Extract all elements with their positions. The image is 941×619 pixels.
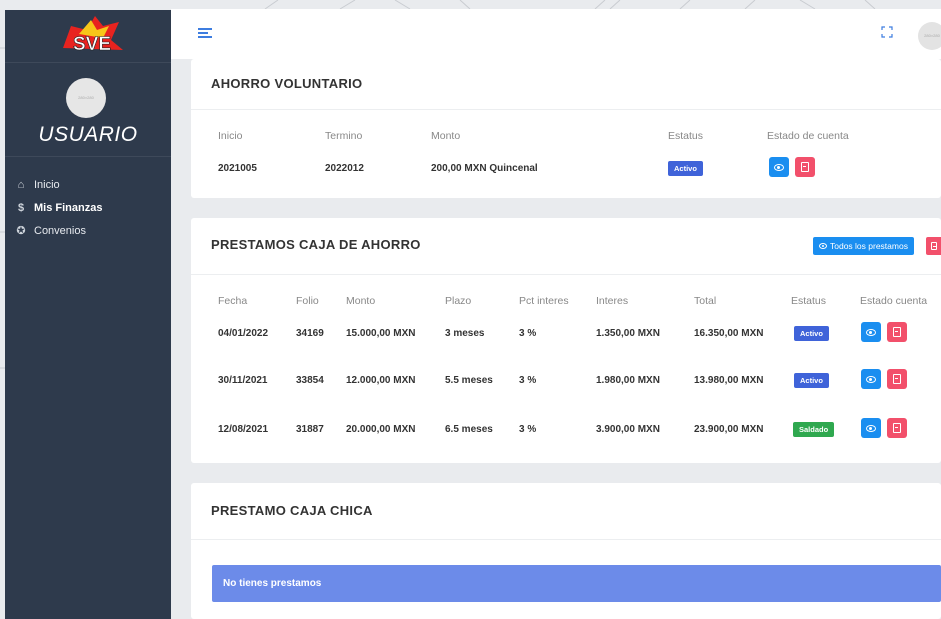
- ahorro-card: AHORRO VOLUNTARIO Inicio Termino Monto E…: [191, 59, 941, 198]
- cell-plazo: 3 meses: [445, 328, 485, 339]
- column-header: Estado cuenta: [860, 295, 928, 307]
- cell-fecha: 12/08/2021: [218, 424, 269, 435]
- view-statement-button[interactable]: [769, 157, 789, 177]
- cell-inicio: 2021005: [218, 163, 257, 174]
- all-loans-button[interactable]: Todos los prestamos: [813, 237, 914, 255]
- status-badge: Saldado: [793, 422, 835, 437]
- column-header: Monto: [431, 130, 461, 142]
- cell-plazo: 5.5 meses: [445, 375, 493, 386]
- card-divider: [191, 539, 941, 540]
- column-header: Termino: [325, 130, 363, 142]
- view-statement-button[interactable]: [861, 418, 881, 438]
- cell-monto: 200,00 MXN Quincenal: [431, 163, 538, 174]
- logo-text: SVE: [73, 34, 111, 55]
- pdf-icon: [893, 327, 901, 337]
- pdf-statement-button[interactable]: [887, 418, 907, 438]
- status-badge: Activo: [794, 326, 829, 341]
- fullscreen-icon[interactable]: [881, 26, 893, 38]
- column-header: Pct interes: [519, 295, 569, 307]
- eye-icon: [866, 424, 876, 432]
- sidebar-item-mis-finanzas[interactable]: $ Mis Finanzas: [5, 196, 171, 219]
- cell-pct: 3 %: [519, 375, 537, 386]
- status-badge: Activo: [794, 373, 829, 388]
- pdf-statement-button[interactable]: [887, 369, 907, 389]
- status-badge: Activo: [668, 161, 703, 176]
- menu-toggle-icon[interactable]: [198, 28, 212, 40]
- card-divider: [191, 109, 941, 110]
- cell-folio: 33854: [296, 375, 324, 386]
- sidebar-item-convenios[interactable]: ✪ Convenios: [5, 219, 171, 242]
- user-avatar-button[interactable]: 280×280: [918, 22, 941, 50]
- cell-total: 13.980,00 MXN: [694, 375, 764, 386]
- all-loans-pdf-button[interactable]: [926, 237, 941, 255]
- cell-plazo: 6.5 meses: [445, 424, 493, 435]
- avatar: 280×280: [66, 78, 106, 118]
- pdf-statement-button[interactable]: [795, 157, 815, 177]
- view-statement-button[interactable]: [861, 322, 881, 342]
- cell-monto: 15.000,00 MXN: [346, 328, 416, 339]
- pdf-statement-button[interactable]: [887, 322, 907, 342]
- column-header: Folio: [296, 295, 319, 307]
- cell-folio: 31887: [296, 424, 324, 435]
- card-title: PRESTAMOS CAJA DE AHORRO: [211, 237, 421, 252]
- cell-interes: 3.900,00 MXN: [596, 424, 660, 435]
- no-loans-alert: No tienes prestamos: [212, 565, 941, 602]
- sidebar-item-label: Mis Finanzas: [34, 201, 103, 214]
- caja-chica-card: PRESTAMO CAJA CHICA No tienes prestamos: [191, 483, 941, 619]
- cell-pct: 3 %: [519, 328, 537, 339]
- cell-total: 23.900,00 MXN: [694, 424, 764, 435]
- eye-icon: [866, 328, 876, 336]
- user-name: USUARIO: [38, 123, 138, 146]
- cell-fecha: 30/11/2021: [218, 375, 268, 386]
- sidebar-nav: ⌂ Inicio $ Mis Finanzas ✪ Convenios: [5, 173, 171, 242]
- view-statement-button[interactable]: [861, 369, 881, 389]
- card-divider: [191, 274, 941, 275]
- cell-interes: 1.350,00 MXN: [596, 328, 660, 339]
- column-header: Total: [694, 295, 717, 307]
- dollar-icon: $: [17, 201, 25, 214]
- column-header: Estado de cuenta: [767, 130, 849, 142]
- column-header: Estatus: [668, 130, 704, 142]
- pdf-icon: [893, 423, 901, 433]
- sidebar-item-inicio[interactable]: ⌂ Inicio: [5, 173, 171, 196]
- eye-icon: [866, 375, 876, 383]
- sve-logo[interactable]: SVE: [57, 12, 127, 58]
- cell-monto: 12.000,00 MXN: [346, 375, 416, 386]
- column-header: Monto: [346, 295, 376, 307]
- sidebar: SVE 280×280 USUARIO ⌂ Inicio $ Mis Finan…: [5, 10, 171, 619]
- eye-icon: [819, 243, 827, 249]
- card-title: PRESTAMO CAJA CHICA: [211, 503, 373, 518]
- cell-total: 16.350,00 MXN: [694, 328, 764, 339]
- cell-folio: 34169: [296, 328, 324, 339]
- cell-pct: 3 %: [519, 424, 537, 435]
- column-header: Fecha: [218, 295, 248, 307]
- pdf-icon: [893, 374, 901, 384]
- eye-icon: [774, 163, 784, 171]
- prestamos-card: PRESTAMOS CAJA DE AHORRO Todos los prest…: [191, 218, 941, 463]
- top-bar: 280×280: [171, 9, 941, 59]
- pdf-icon: [801, 162, 809, 172]
- all-loans-label: Todos los prestamos: [830, 241, 908, 251]
- cell-monto: 20.000,00 MXN: [346, 424, 416, 435]
- pdf-icon: [930, 242, 937, 250]
- column-header: Interes: [596, 295, 629, 307]
- sidebar-item-label: Convenios: [34, 224, 86, 237]
- sidebar-divider: [5, 156, 171, 157]
- column-header: Estatus: [791, 295, 827, 307]
- card-title: AHORRO VOLUNTARIO: [211, 76, 363, 91]
- column-header: Plazo: [445, 295, 472, 307]
- sidebar-divider: [5, 62, 171, 63]
- handshake-icon: ✪: [16, 225, 26, 237]
- home-icon: ⌂: [17, 178, 25, 191]
- column-header: Inicio: [218, 130, 243, 142]
- cell-fecha: 04/01/2022: [218, 328, 269, 339]
- cell-termino: 2022012: [325, 163, 364, 174]
- sidebar-item-label: Inicio: [34, 178, 60, 191]
- cell-interes: 1.980,00 MXN: [596, 375, 660, 386]
